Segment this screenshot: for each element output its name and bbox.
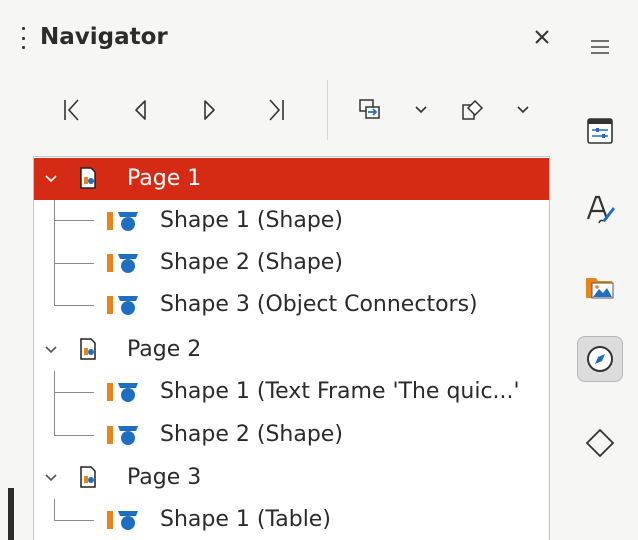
sidebar-styles-button[interactable]: [577, 186, 623, 232]
shapes-button[interactable]: [452, 90, 492, 130]
last-page-button[interactable]: [256, 90, 296, 130]
page-icon: [80, 466, 96, 488]
chevron-down-icon[interactable]: [42, 341, 60, 359]
tree-shape-row[interactable]: Shape 1 (Text Frame 'The quic...': [34, 371, 549, 413]
tree-shape-label: Shape 1 (Shape): [160, 208, 343, 233]
panel-title: Navigator: [40, 24, 168, 50]
tree-page-row[interactable]: Page 1: [34, 158, 549, 200]
shape-icon: [107, 426, 138, 445]
tree-shape-row[interactable]: Shape 1 (Table): [34, 499, 549, 540]
shape-icon: [107, 212, 138, 231]
navigator-panel: Navigator Page 1 Shape 1 (Shape) Shape 2…: [0, 0, 638, 540]
shape-icon: [107, 296, 138, 315]
sidebar-gallery-button[interactable]: [577, 264, 623, 310]
tree-shape-label: Shape 1 (Table): [160, 507, 331, 532]
styles-icon: [586, 195, 615, 224]
tree-shape-label: Shape 2 (Shape): [160, 422, 343, 447]
sidebar-shapes-button[interactable]: [577, 420, 623, 466]
drag-grip-icon[interactable]: [22, 27, 26, 49]
tree-shape-row[interactable]: Shape 3 (Object Connectors): [34, 284, 549, 326]
tree-page-label: Page 2: [127, 337, 202, 362]
previous-page-button[interactable]: [120, 90, 160, 130]
first-page-button[interactable]: [52, 90, 92, 130]
sidebar-menu-icon[interactable]: [589, 38, 611, 56]
chevron-down-icon[interactable]: [42, 469, 60, 487]
tree-shape-label: Shape 1 (Text Frame 'The quic...': [160, 379, 520, 404]
page-icon: [80, 167, 96, 189]
properties-icon: [587, 118, 613, 144]
tree-shape-label: Shape 3 (Object Connectors): [160, 292, 478, 317]
toolbar-separator: [327, 80, 328, 140]
tree-page-row[interactable]: Page 3: [34, 457, 549, 499]
close-button[interactable]: [528, 22, 556, 52]
gallery-icon: [586, 278, 614, 299]
drag-mode-dropdown[interactable]: [406, 90, 436, 130]
chevron-down-icon: [415, 106, 427, 114]
shapes-icon: [462, 99, 484, 120]
shapes-dropdown[interactable]: [508, 90, 538, 130]
drag-mode-icon: [359, 99, 380, 119]
close-icon: [535, 30, 549, 44]
drag-mode-button[interactable]: [350, 90, 390, 130]
tree-shape-label: Shape 2 (Shape): [160, 250, 343, 275]
sidebar-navigator-button[interactable]: [577, 336, 623, 382]
navigator-tree[interactable]: Page 1 Shape 1 (Shape) Shape 2 (Shape) S…: [33, 156, 550, 540]
shape-icon: [107, 254, 138, 273]
tree-page-label: Page 3: [127, 465, 202, 490]
first-page-icon: [64, 99, 79, 121]
tree-page-row[interactable]: Page 2: [34, 329, 549, 371]
tree-shape-row[interactable]: Shape 2 (Shape): [34, 242, 549, 284]
page-icon: [80, 338, 96, 360]
chevron-down-icon: [517, 106, 529, 114]
sidebar-properties-button[interactable]: [577, 108, 623, 154]
next-page-button[interactable]: [190, 90, 230, 130]
tree-page-label: Page 1: [127, 166, 202, 191]
navigator-compass-icon: [587, 346, 613, 372]
last-page-icon: [269, 99, 284, 121]
shape-icon: [107, 511, 138, 530]
tree-shape-row[interactable]: Shape 2 (Shape): [34, 414, 549, 456]
next-page-icon: [204, 100, 215, 120]
previous-page-icon: [135, 100, 146, 120]
tree-shape-row[interactable]: Shape 1 (Shape): [34, 200, 549, 242]
window-edge: [8, 488, 14, 540]
diamond-icon: [585, 428, 615, 458]
shape-icon: [107, 383, 138, 402]
chevron-down-icon[interactable]: [42, 170, 60, 188]
